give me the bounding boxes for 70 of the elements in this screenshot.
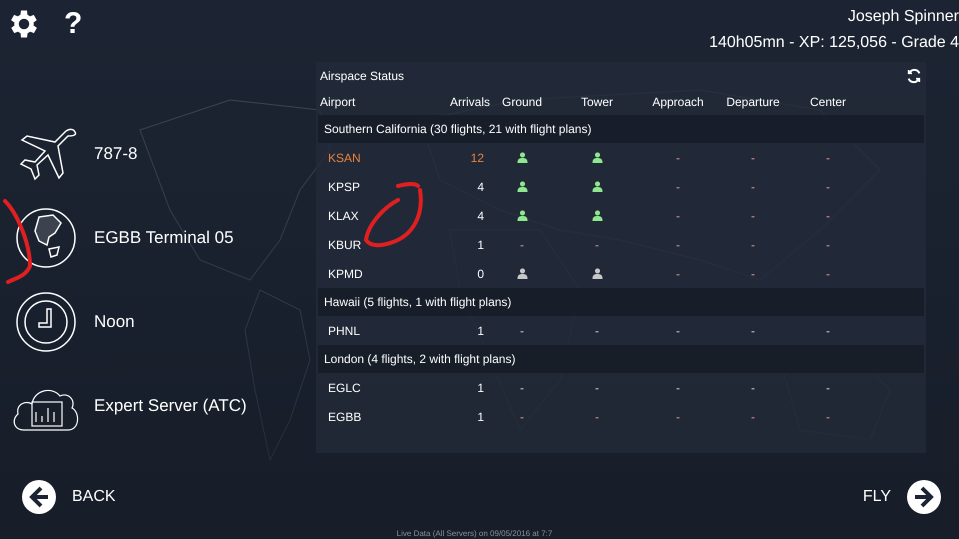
status-dash: -: [676, 266, 680, 282]
status-dash: -: [751, 322, 755, 340]
column-header: Tower: [580, 94, 614, 111]
menu-item[interactable]: Noon: [94, 309, 135, 335]
status-dash: -: [826, 178, 830, 196]
data-status: Live Data (All Servers) on 09/05/2016 at 7:7: [396, 529, 552, 539]
status-dash: -: [676, 208, 680, 224]
group-header: Hawaii (5 flights, 1 with flight plans): [318, 288, 924, 316]
arrivals-count: 1: [476, 322, 485, 340]
arrivals-count: 4: [476, 208, 485, 224]
status-dash: -: [520, 322, 524, 340]
status-dash: -: [676, 380, 680, 396]
status-dash: -: [826, 208, 830, 224]
column-header: Center: [808, 94, 848, 111]
arrivals-count: 1: [476, 236, 485, 254]
status-dash: -: [751, 236, 755, 254]
status-dash: -: [676, 322, 680, 340]
status-dash: -: [751, 380, 755, 396]
status-dash: -: [676, 236, 680, 254]
status-dash: -: [751, 208, 755, 224]
column-header: Ground: [500, 94, 544, 111]
status-dash: -: [751, 408, 755, 426]
fly-button[interactable]: FLY: [862, 480, 941, 514]
status-dash: -: [595, 322, 599, 340]
airport-code[interactable]: PHNL: [318, 322, 450, 340]
status-dash: -: [826, 150, 830, 166]
airport-code[interactable]: KPMD: [318, 264, 450, 282]
arrivals-count: 0: [476, 266, 485, 282]
column-header: Approach: [651, 94, 705, 111]
column-header: Airport: [319, 94, 356, 111]
airport-code[interactable]: KPSP: [318, 178, 450, 196]
status-dash: -: [751, 266, 755, 282]
status-dash: -: [826, 380, 830, 396]
group-header: London (4 flights, 2 with flight plans): [318, 345, 924, 373]
arrivals-count: 12: [470, 150, 485, 166]
arrivals-count: 1: [476, 380, 485, 396]
status-dash: -: [676, 408, 680, 426]
arrivals-count: 1: [476, 408, 485, 426]
back-button[interactable]: BACK: [22, 480, 116, 514]
status-dash: -: [751, 150, 755, 166]
status-dash: -: [595, 408, 599, 426]
status-dash: -: [595, 380, 599, 396]
airport-code[interactable]: KLAX: [318, 206, 450, 224]
panel-title: Airspace Status: [320, 68, 404, 85]
status-dash: -: [520, 380, 524, 396]
refresh-icon[interactable]: [906, 68, 922, 84]
user-stats: 140h05mn - XP: 125,056 - Grade 4: [709, 33, 959, 53]
menu-item[interactable]: EGBB Terminal 05: [94, 225, 234, 251]
menu-item[interactable]: 787-8: [94, 141, 138, 167]
status-dash: -: [676, 178, 680, 196]
column-header: Departure: [725, 94, 781, 111]
airport-code[interactable]: KSAN: [318, 148, 450, 166]
menu-item[interactable]: Expert Server (ATC): [94, 393, 247, 419]
user-name: Joseph Spinner: [848, 7, 959, 27]
status-dash: -: [826, 322, 830, 340]
arrivals-count: 4: [476, 178, 485, 196]
status-dash: -: [751, 178, 755, 196]
column-header: Arrivals: [450, 94, 490, 111]
status-dash: -: [826, 236, 830, 254]
status-dash: -: [520, 236, 524, 254]
airport-code[interactable]: EGLC: [318, 378, 450, 396]
group-header: Southern California (30 flights, 21 with flight plans): [318, 115, 924, 143]
status-dash: -: [520, 408, 524, 426]
status-dash: -: [826, 266, 830, 282]
help-icon[interactable]: ?: [64, 9, 82, 39]
status-dash: -: [595, 236, 599, 254]
status-dash: -: [676, 150, 680, 166]
airport-code[interactable]: EGBB: [318, 408, 450, 426]
status-dash: -: [826, 408, 830, 426]
airport-code[interactable]: KBUR: [318, 236, 450, 254]
